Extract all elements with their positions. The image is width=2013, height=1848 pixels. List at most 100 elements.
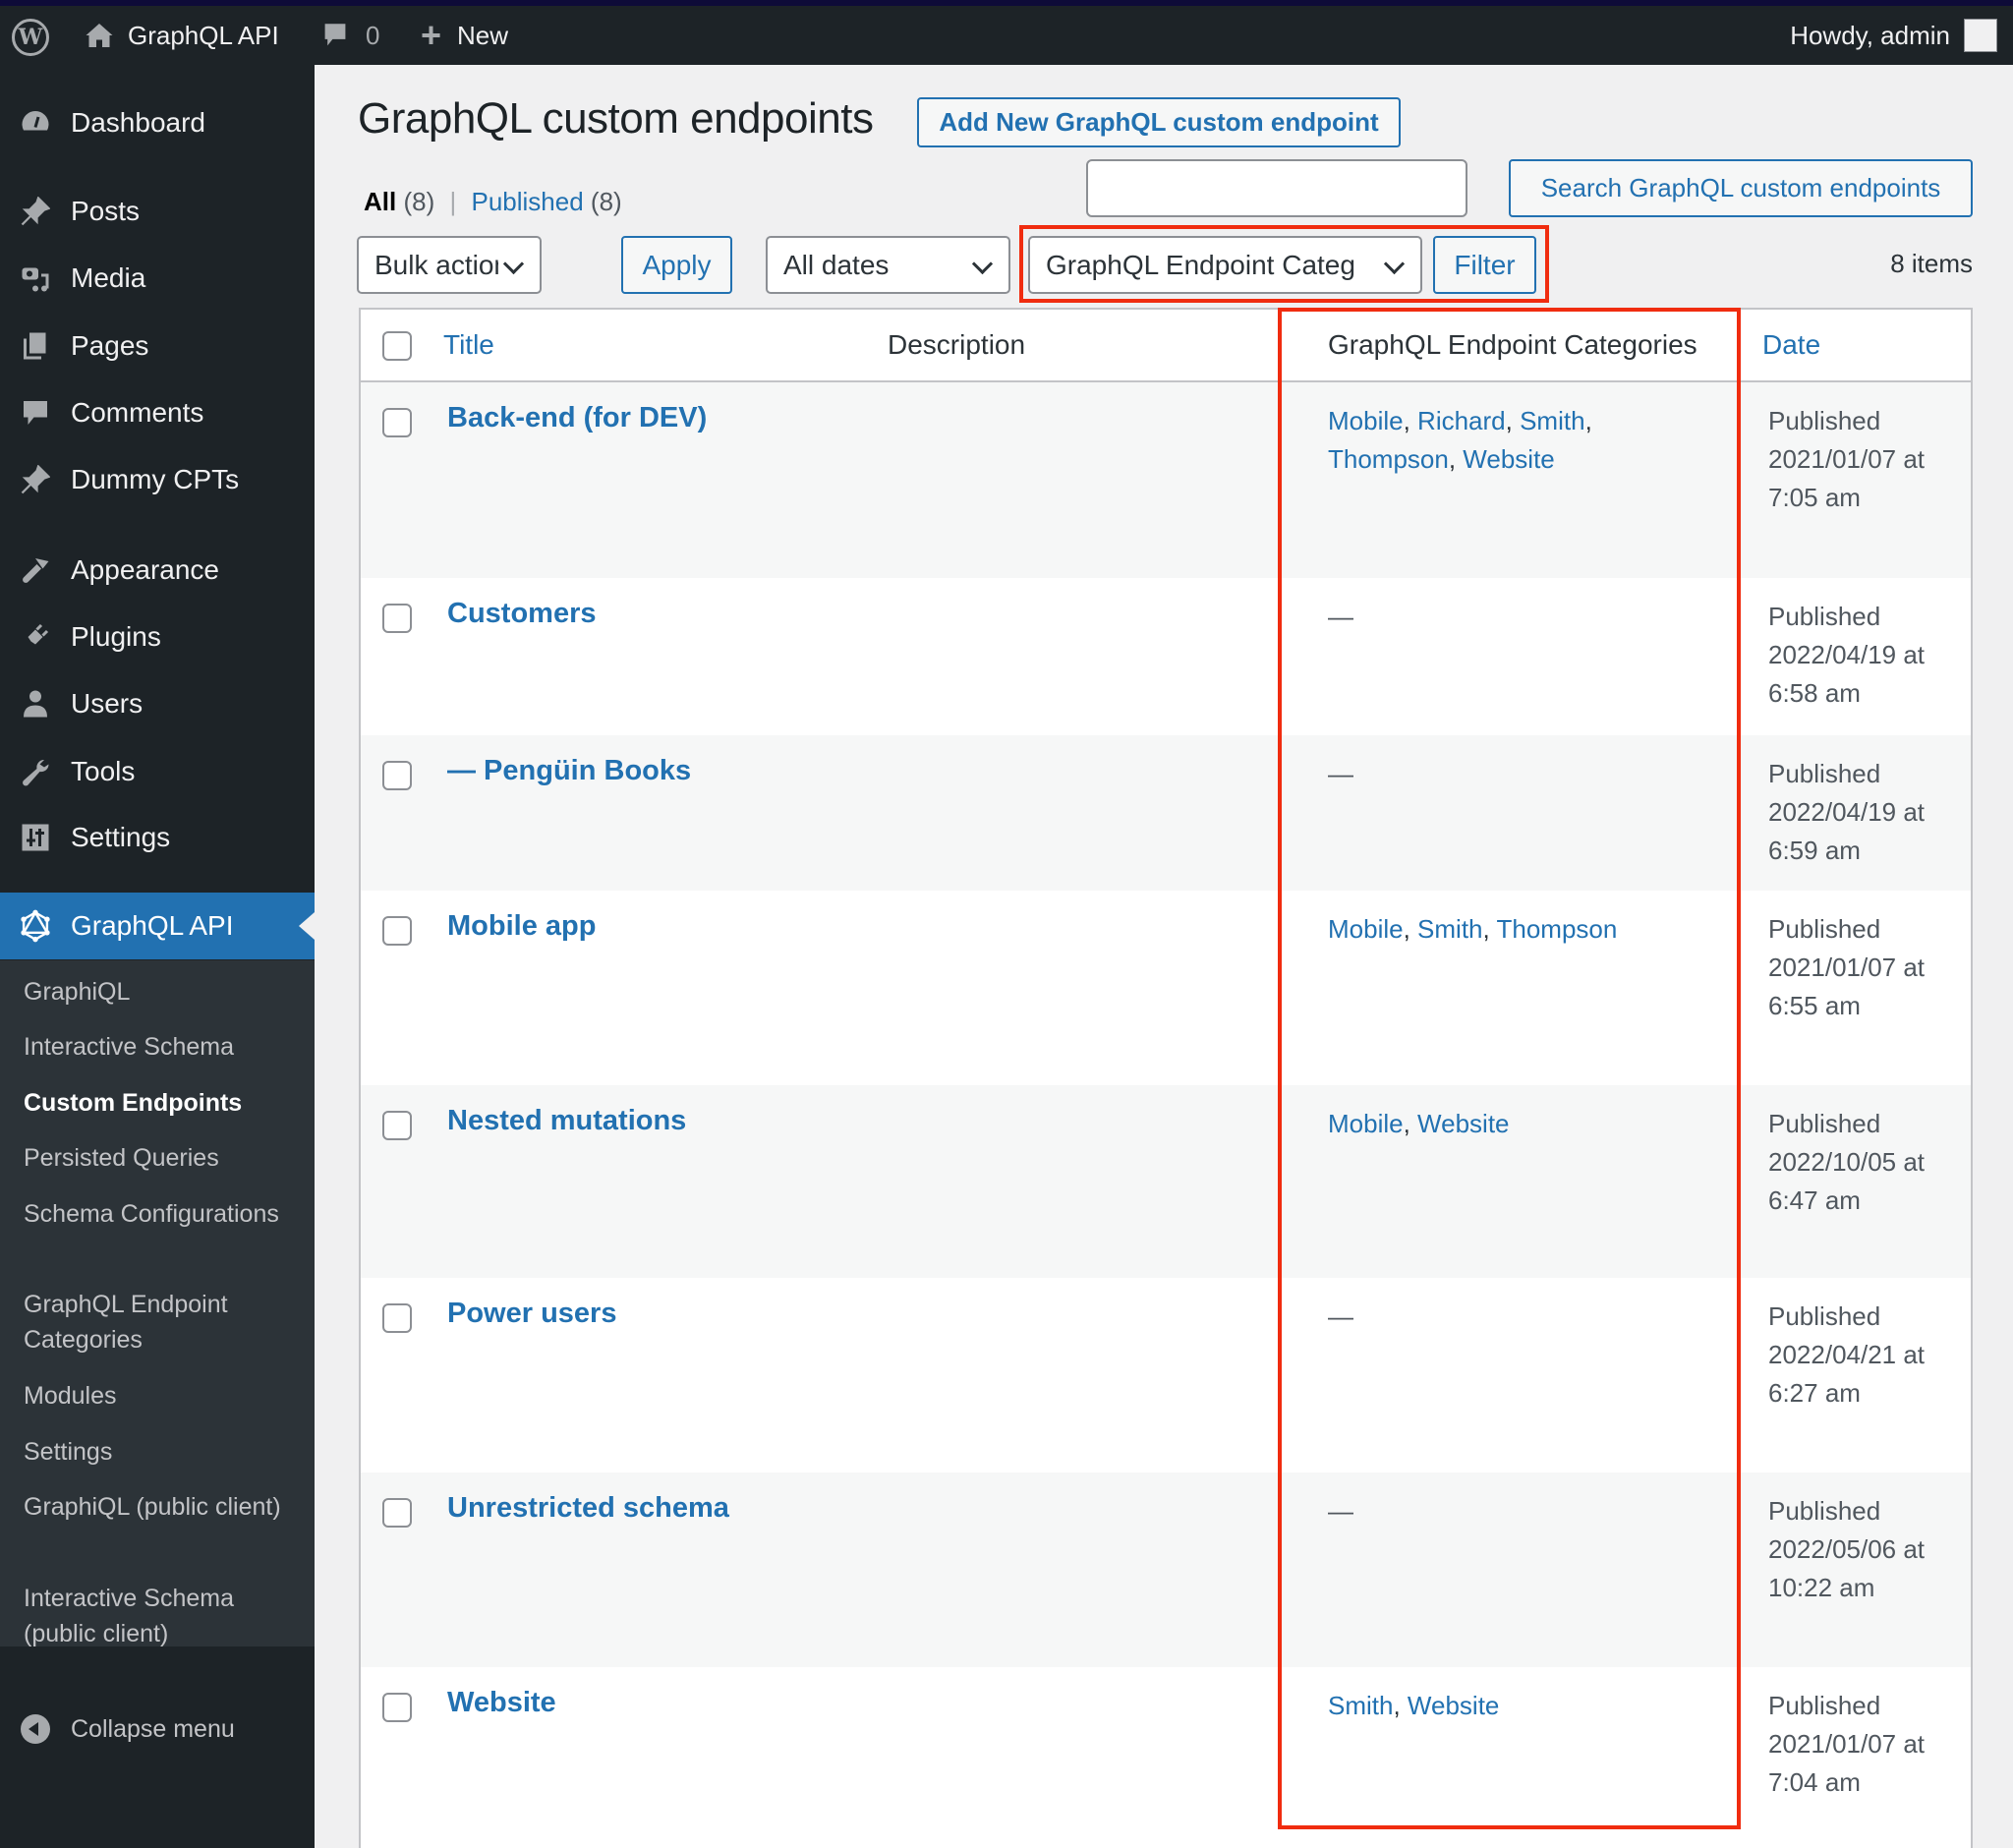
row-date-value: 2022/04/19 at <box>1768 797 1926 827</box>
sidebar-item-label: Settings <box>71 822 171 852</box>
row-checkbox[interactable] <box>382 1111 412 1140</box>
row-title-link[interactable]: Power users <box>447 1298 616 1330</box>
sidebar-item-media[interactable]: Media <box>0 249 315 308</box>
sidebar-item-label: Users <box>71 688 144 719</box>
row-title-link[interactable]: Back-end (for DEV) <box>447 402 707 434</box>
row-status: Published <box>1768 602 1881 631</box>
search-input[interactable] <box>1086 159 1467 217</box>
sidebar-item-posts[interactable]: Posts <box>0 182 315 241</box>
submenu-item-graphql-endpoint-categories[interactable]: GraphQL Endpoint Categories <box>24 1287 299 1357</box>
sidebar-item-label: Tools <box>71 756 136 786</box>
row-time-value: 7:04 am <box>1768 1767 1861 1797</box>
date-filter-select[interactable]: All dates <box>766 236 1010 294</box>
column-title-header[interactable]: Title <box>443 310 494 380</box>
category-link[interactable]: Richard <box>1417 406 1506 435</box>
row-title-link[interactable]: Unrestricted schema <box>447 1492 729 1525</box>
row-status: Published <box>1768 759 1881 788</box>
category-link[interactable]: Mobile <box>1328 406 1404 435</box>
category-link[interactable]: Mobile <box>1328 914 1404 944</box>
apply-button[interactable]: Apply <box>621 236 732 294</box>
media-icon <box>0 263 71 293</box>
row-title-link[interactable]: Mobile app <box>447 910 596 943</box>
sidebar-item-plugins[interactable]: Plugins <box>0 607 315 666</box>
my-account[interactable]: Howdy, admin <box>1790 6 1997 65</box>
category-separator: , <box>1403 406 1418 435</box>
sidebar-item-dashboard[interactable]: Dashboard <box>0 93 315 152</box>
category-link[interactable]: Thompson <box>1328 444 1449 474</box>
row-categories: Smith, Website <box>1328 1687 1642 1725</box>
wordpress-logo-icon[interactable]: W <box>12 19 49 56</box>
submenu-item-settings[interactable]: Settings <box>24 1434 299 1470</box>
row-date: Published 2022/04/21 at 6:27 am <box>1768 1298 1965 1413</box>
category-link[interactable]: Website <box>1408 1691 1499 1720</box>
table-row: Unrestricted schema — Published 2022/05/06 … <box>361 1473 1971 1667</box>
category-link[interactable]: Smith <box>1417 914 1482 944</box>
category-filter-select[interactable]: GraphQL Endpoint Categ <box>1028 236 1422 294</box>
row-date: Published 2021/01/07 at 7:05 am <box>1768 402 1965 517</box>
category-link[interactable]: Website <box>1463 444 1554 474</box>
submenu-item-custom-endpoints[interactable]: Custom Endpoints <box>24 1085 299 1121</box>
row-title-link[interactable]: — Pengüin Books <box>447 755 691 787</box>
plus-icon: + <box>421 15 442 55</box>
sidebar-item-users[interactable]: Users <box>0 674 315 733</box>
views-separator: | <box>449 187 457 216</box>
new-content-link[interactable]: + New <box>421 6 508 65</box>
row-checkbox[interactable] <box>382 1498 412 1528</box>
sidebar-item-settings[interactable]: Settings <box>0 808 315 867</box>
submenu-item-schema-configurations[interactable]: Schema Configurations <box>24 1196 299 1232</box>
row-time-value: 6:59 am <box>1768 836 1861 865</box>
row-title-link[interactable]: Website <box>447 1687 556 1719</box>
row-status: Published <box>1768 406 1881 435</box>
row-checkbox[interactable] <box>382 761 412 790</box>
sidebar-item-graphql-api[interactable]: GraphQL API <box>0 893 315 959</box>
category-link[interactable]: Smith <box>1520 406 1584 435</box>
row-title-link[interactable]: Customers <box>447 598 597 630</box>
row-date: Published 2022/10/05 at 6:47 am <box>1768 1105 1965 1220</box>
bulk-actions-select[interactable]: Bulk actions <box>357 236 542 294</box>
submenu-item-modules[interactable]: Modules <box>24 1378 299 1414</box>
row-checkbox[interactable] <box>382 408 412 437</box>
row-checkbox[interactable] <box>382 604 412 633</box>
sidebar-item-dummy-cpts[interactable]: Dummy CPTs <box>0 450 315 509</box>
column-date-header[interactable]: Date <box>1762 310 1820 380</box>
view-all-link[interactable]: All <box>364 187 396 216</box>
submenu-item-interactive-schema-public-client[interactable]: Interactive Schema (public client) <box>24 1581 299 1651</box>
category-link[interactable]: Thompson <box>1497 914 1618 944</box>
sidebar-item-comments[interactable]: Comments <box>0 383 315 442</box>
submenu-item-persisted-queries[interactable]: Persisted Queries <box>24 1140 299 1176</box>
site-name-link[interactable]: GraphQL API <box>85 6 279 65</box>
sidebar-item-pages[interactable]: Pages <box>0 317 315 375</box>
category-separator: , <box>1448 444 1464 474</box>
submenu-item-graphiql[interactable]: GraphiQL <box>24 974 299 1010</box>
comments-count: 0 <box>366 20 380 50</box>
view-published-link[interactable]: Published <box>471 187 583 216</box>
comments-link[interactable]: 0 <box>322 6 379 65</box>
howdy-text: Howdy, admin <box>1790 20 1950 50</box>
category-link[interactable]: Mobile <box>1328 1109 1404 1138</box>
row-title-link[interactable]: Nested mutations <box>447 1105 686 1137</box>
search-button[interactable]: Search GraphQL custom endpoints <box>1509 159 1973 217</box>
filter-button[interactable]: Filter <box>1433 236 1536 294</box>
sidebar-item-label: Posts <box>71 196 141 226</box>
row-checkbox[interactable] <box>382 1693 412 1722</box>
row-time-value: 6:55 am <box>1768 991 1861 1020</box>
table-row: Power users — Published 2022/04/21 at 6:27 a… <box>361 1278 1971 1473</box>
select-all-checkbox[interactable] <box>382 331 412 361</box>
collapse-menu-button[interactable]: Collapse menu <box>0 1700 315 1759</box>
sidebar-item-appearance[interactable]: Appearance <box>0 541 315 600</box>
submenu-item-interactive-schema[interactable]: Interactive Schema <box>24 1029 299 1065</box>
row-time-value: 6:47 am <box>1768 1185 1861 1215</box>
add-new-button[interactable]: Add New GraphQL custom endpoint <box>917 97 1401 147</box>
category-link[interactable]: Website <box>1417 1109 1509 1138</box>
row-time-value: 6:27 am <box>1768 1378 1861 1408</box>
sidebar-item-tools[interactable]: Tools <box>0 742 315 801</box>
row-checkbox[interactable] <box>382 1303 412 1333</box>
sidebar-item-label: Media <box>71 262 146 293</box>
category-separator: , <box>1393 1691 1408 1720</box>
submenu-item-graphiql-public-client[interactable]: GraphiQL (public client) <box>24 1489 299 1525</box>
row-date: Published 2021/01/07 at 6:55 am <box>1768 910 1965 1025</box>
category-separator: , <box>1403 914 1418 944</box>
row-checkbox[interactable] <box>382 916 412 946</box>
category-link[interactable]: Smith <box>1328 1691 1393 1720</box>
graphql-icon <box>0 909 71 943</box>
